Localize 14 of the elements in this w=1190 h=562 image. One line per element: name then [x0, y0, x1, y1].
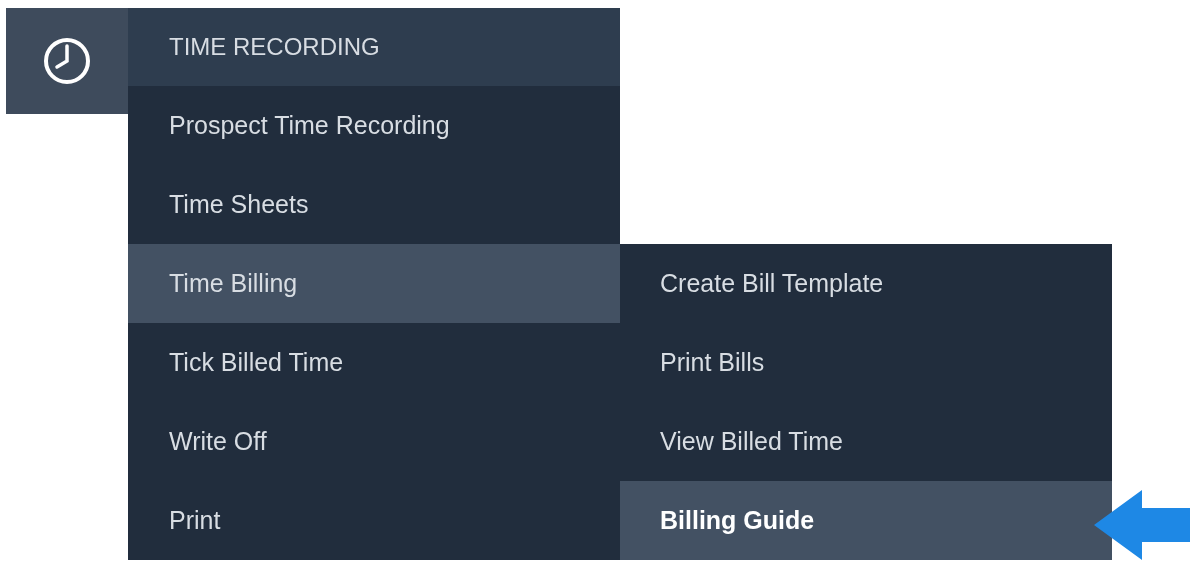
- menu-icon-tile[interactable]: [6, 8, 128, 114]
- menu-item[interactable]: Write Off: [128, 402, 620, 481]
- menu-item[interactable]: Time Billing: [128, 244, 620, 323]
- submenu-item[interactable]: Create Bill Template: [620, 244, 1112, 323]
- menu-item[interactable]: Print: [128, 481, 620, 560]
- menu-item[interactable]: Prospect Time Recording: [128, 86, 620, 165]
- menu-header: TIME RECORDING: [128, 8, 620, 86]
- submenu-item[interactable]: Billing Guide: [620, 481, 1112, 560]
- submenu-item[interactable]: View Billed Time: [620, 402, 1112, 481]
- menu-item[interactable]: Time Sheets: [128, 165, 620, 244]
- submenu-item[interactable]: Print Bills: [620, 323, 1112, 402]
- menu-item[interactable]: Tick Billed Time: [128, 323, 620, 402]
- clock-icon: [42, 36, 92, 86]
- arrow-icon: [1094, 490, 1190, 560]
